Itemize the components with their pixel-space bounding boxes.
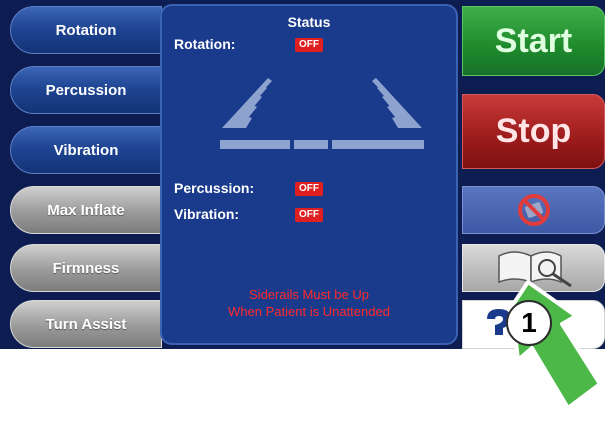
start-button[interactable]: Start [462,6,605,76]
silence-alarm-icon [517,194,550,226]
firmness-button[interactable]: Firmness [10,244,162,292]
percussion-button[interactable]: Percussion [10,66,162,114]
stop-button-label: Stop [495,112,572,150]
stop-button[interactable]: Stop [462,94,605,169]
vibration-button-label: Vibration [53,141,119,159]
vibration-button[interactable]: Vibration [10,126,162,174]
rotation-status-badge: OFF [295,38,323,52]
callout-number-badge: 1 [506,300,552,346]
status-title: Status [287,14,331,30]
turn-assist-button-label: Turn Assist [45,315,127,333]
percussion-status-badge: OFF [295,182,323,196]
vibration-status-badge: OFF [295,208,323,222]
percussion-button-label: Percussion [45,81,127,99]
max-inflate-button[interactable]: Max Inflate [10,186,162,234]
firmness-button-label: Firmness [52,259,120,277]
silence-alarm-button[interactable] [462,186,605,234]
rotation-button[interactable]: Rotation [10,6,162,54]
max-inflate-button-label: Max Inflate [47,201,125,219]
vibration-status-label: Vibration: [174,206,240,222]
callout-arrow-icon [510,280,602,410]
percussion-status-label: Percussion: [174,180,255,196]
siderail-warning-line1: Siderails Must be Up [249,287,369,302]
bed-rotation-icon [220,78,424,149]
rotation-status-label: Rotation: [174,36,236,52]
rotation-button-label: Rotation [55,21,117,39]
status-panel: Status Rotation: OFF Percussion: OFF Vib… [160,4,458,345]
start-button-label: Start [494,21,573,60]
siderail-warning-line2: When Patient is Unattended [228,304,390,319]
callout-number: 1 [521,307,537,338]
turn-assist-button[interactable]: Turn Assist [10,300,162,348]
